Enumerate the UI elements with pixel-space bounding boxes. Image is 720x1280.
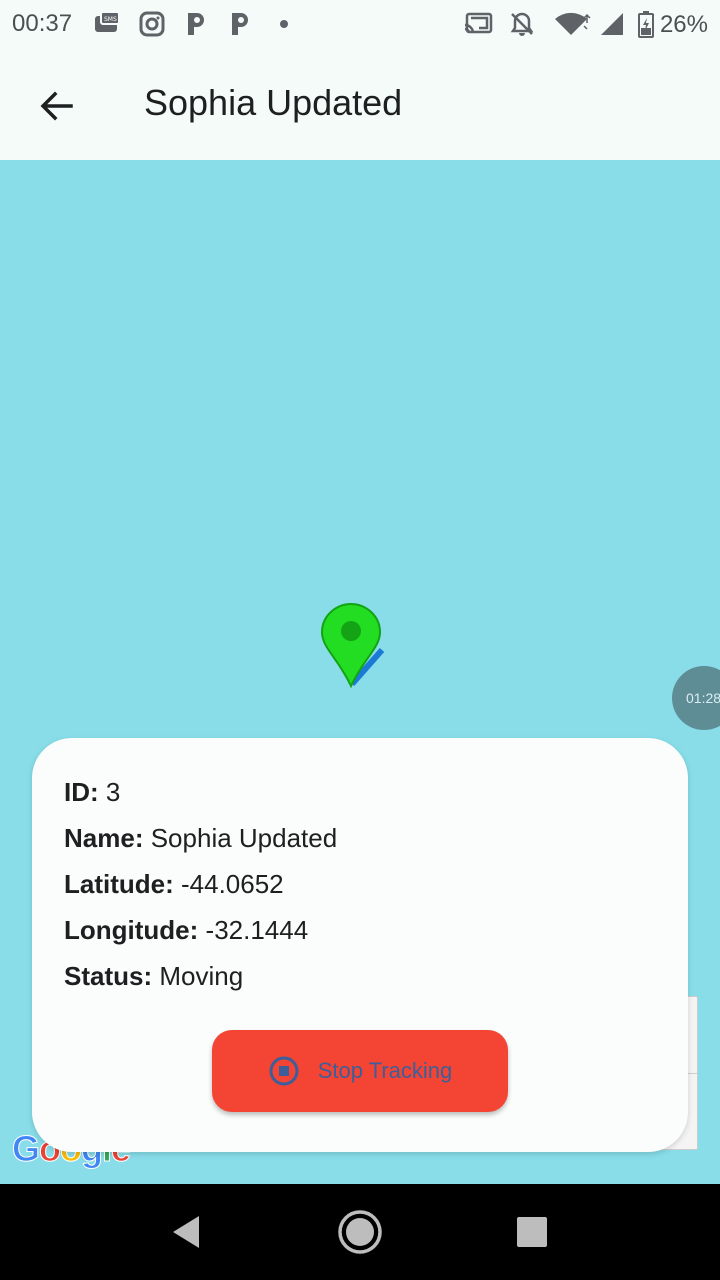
name-label: Name:	[64, 823, 144, 853]
app-bar: Sophia Updated	[0, 52, 720, 160]
sms-icon: SMS	[92, 10, 124, 38]
bell-off-icon	[508, 10, 536, 38]
id-value: 3	[105, 777, 121, 807]
longitude-label: Longitude:	[64, 915, 199, 945]
name-row: Name: Sophia Updated	[64, 822, 656, 868]
battery-icon	[636, 10, 656, 38]
timer-bubble[interactable]: 01:28	[672, 666, 720, 730]
cast-icon	[462, 10, 494, 38]
p-icon	[184, 10, 208, 38]
arrow-back-icon	[40, 91, 73, 121]
recents-square-icon	[517, 1217, 547, 1247]
nav-back-button[interactable]	[158, 1204, 214, 1260]
dot-icon	[278, 10, 290, 38]
system-nav-bar	[0, 1184, 720, 1280]
status-bar: 00:37 SMS 26%	[0, 0, 720, 52]
name-value: Sophia Updated	[150, 823, 338, 853]
latitude-row: Latitude: -44.0652	[64, 868, 656, 914]
stop-tracking-label: Stop Tracking	[317, 1058, 453, 1083]
stop-tracking-button[interactable]: Stop Tracking	[212, 1030, 508, 1112]
status-label: Status:	[64, 961, 153, 991]
stop-circle-icon	[269, 1056, 299, 1086]
status-time: 00:37	[12, 10, 73, 37]
nav-home-button[interactable]	[332, 1204, 388, 1260]
nav-recents-button[interactable]	[504, 1204, 560, 1260]
battery-percent: 26%	[659, 11, 708, 38]
svg-text:SMS: SMS	[104, 16, 117, 23]
location-marker-icon[interactable]	[318, 602, 388, 692]
status-value: Moving	[159, 961, 244, 991]
status-row: Status: Moving	[64, 960, 656, 1006]
info-card: ID: 3 Name: Sophia Updated Latitude: -44…	[32, 738, 688, 1152]
back-triangle-icon	[173, 1216, 199, 1248]
p-icon	[228, 10, 252, 38]
latitude-label: Latitude:	[64, 869, 174, 899]
back-button[interactable]	[28, 78, 84, 134]
longitude-row: Longitude: -32.1444	[64, 914, 656, 960]
page-title: Sophia Updated	[144, 82, 403, 123]
signal-icon	[598, 10, 626, 38]
latitude-value: -44.0652	[181, 869, 284, 899]
wifi-icon	[552, 10, 592, 38]
longitude-value: -32.1444	[205, 915, 309, 945]
home-circle-icon	[338, 1210, 382, 1254]
id-row: ID: 3	[64, 776, 656, 822]
instagram-icon	[138, 10, 166, 38]
id-label: ID:	[64, 777, 99, 807]
